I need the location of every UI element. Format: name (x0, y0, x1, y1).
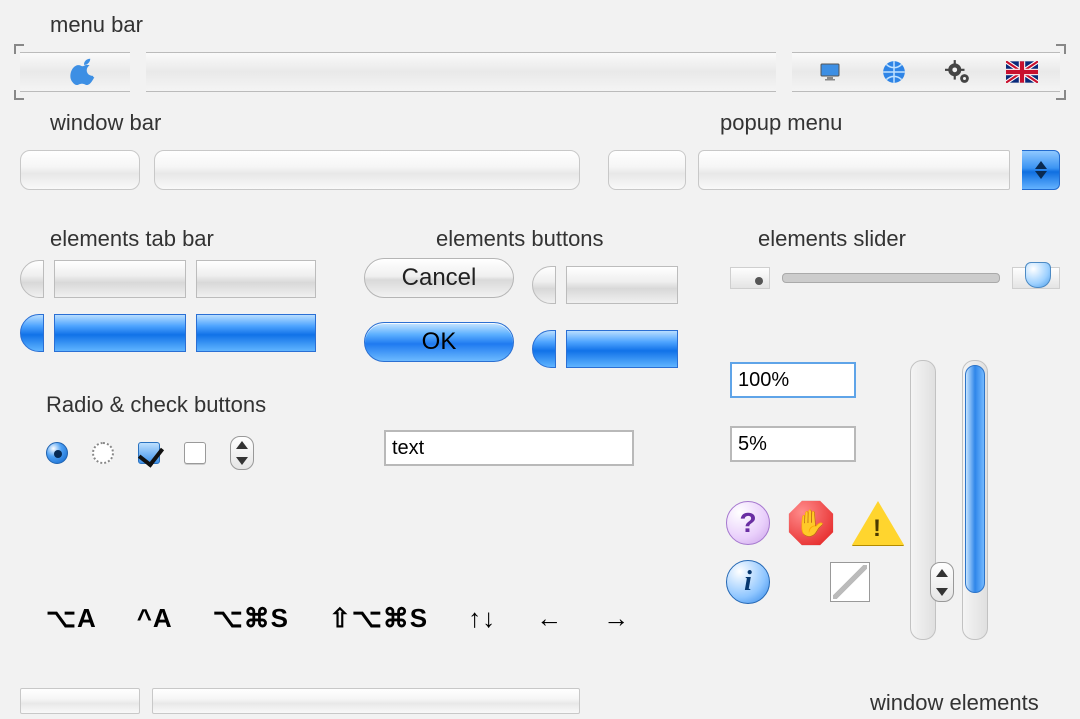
shortcut: ⌥A (46, 603, 97, 634)
stepper[interactable] (230, 436, 254, 470)
radio-check-group (46, 392, 254, 470)
utility-icon-row: i (726, 560, 954, 604)
stop-icon[interactable]: ✋ (788, 500, 834, 546)
globe-icon[interactable] (874, 57, 914, 87)
label-popup-menu: popup menu (720, 110, 842, 136)
monitor-icon[interactable] (810, 57, 850, 87)
alert-icon-row: ? ✋ (726, 500, 904, 546)
tab-active[interactable] (54, 314, 186, 352)
popup-menu (608, 150, 1060, 190)
slider-track[interactable] (782, 273, 1000, 283)
info-icon[interactable]: i (726, 560, 770, 604)
cancel-button-label: Cancel (402, 264, 477, 292)
shortcut: ← (536, 603, 563, 634)
menu-bar (20, 52, 1060, 92)
tab-bar (20, 260, 316, 368)
scrollbar-thumb[interactable] (965, 365, 985, 593)
tab-active-left-cap[interactable] (20, 314, 44, 352)
apple-icon (70, 57, 100, 85)
stepper-up-icon (236, 441, 248, 449)
scrollbar-vertical-active[interactable] (962, 360, 988, 640)
slider-knob[interactable] (1025, 262, 1051, 288)
tab-active[interactable] (196, 314, 316, 352)
stepper-down-icon (236, 457, 248, 465)
slider (730, 258, 1060, 298)
gear-icon[interactable] (938, 57, 978, 87)
shortcut: ↑↓ (468, 603, 496, 634)
tab-inactive-left-cap[interactable] (20, 260, 44, 298)
label-window-elements: window elements (870, 690, 1039, 716)
button-segment-active-cap[interactable] (532, 330, 556, 368)
bottom-bar (20, 688, 580, 714)
label-window-bar: window bar (50, 110, 161, 136)
stepper-large[interactable] (930, 562, 954, 602)
tab-inactive[interactable] (54, 260, 186, 298)
cancel-button[interactable]: Cancel (364, 258, 514, 298)
shortcut: ⇧⌥⌘S (329, 603, 428, 634)
bottom-bar-segment[interactable] (20, 688, 140, 714)
chevron-down-icon (1035, 171, 1047, 179)
slider-left-cap (730, 267, 770, 289)
button-segment-active[interactable] (566, 330, 678, 368)
label-tab-bar: elements tab bar (50, 226, 214, 252)
bottom-bar-body[interactable] (152, 688, 580, 714)
tab-inactive[interactable] (196, 260, 316, 298)
help-icon[interactable]: ? (726, 501, 770, 545)
flag-uk-icon[interactable] (1002, 57, 1042, 87)
window-bar-body[interactable] (154, 150, 580, 190)
shortcut: → (603, 603, 630, 634)
warning-icon[interactable] (852, 501, 904, 545)
window-bar-left-segment[interactable] (20, 150, 140, 190)
keyboard-shortcut-row: ⌥A ^A ⌥⌘S ⇧⌥⌘S ↑↓ ← → (46, 603, 630, 634)
popup-menu-left-segment[interactable] (608, 150, 686, 190)
chevron-up-icon (1035, 161, 1047, 169)
popup-menu-body[interactable] (698, 150, 1010, 190)
button-segment[interactable] (566, 266, 678, 304)
stepper-up-icon (936, 569, 948, 577)
percent-field-top[interactable] (730, 362, 856, 398)
window-bar (20, 150, 580, 190)
stepper-down-icon (936, 588, 948, 596)
popup-menu-arrows[interactable] (1022, 150, 1060, 190)
label-buttons: elements buttons (436, 226, 604, 252)
ok-button-label: OK (422, 328, 457, 356)
menu-bar-extras (792, 52, 1060, 92)
checkbox-unchecked[interactable] (184, 442, 206, 464)
radio-selected[interactable] (46, 442, 68, 464)
ok-button[interactable]: OK (364, 322, 514, 362)
button-segment-cap[interactable] (532, 266, 556, 304)
percent-field-bottom[interactable] (730, 426, 856, 462)
image-well[interactable] (830, 562, 870, 602)
label-menu-bar: menu bar (50, 12, 143, 38)
menu-bar-apple-segment[interactable] (20, 52, 130, 92)
checkbox-checked[interactable] (138, 442, 160, 464)
button-group: Cancel OK (364, 258, 678, 376)
slider-right-cap (1012, 267, 1060, 289)
menu-bar-blank (146, 52, 776, 92)
label-slider: elements slider (758, 226, 906, 252)
shortcut: ^A (137, 603, 173, 634)
shortcut: ⌥⌘S (213, 603, 289, 634)
text-field[interactable] (384, 430, 634, 466)
radio-unselected[interactable] (92, 442, 114, 464)
